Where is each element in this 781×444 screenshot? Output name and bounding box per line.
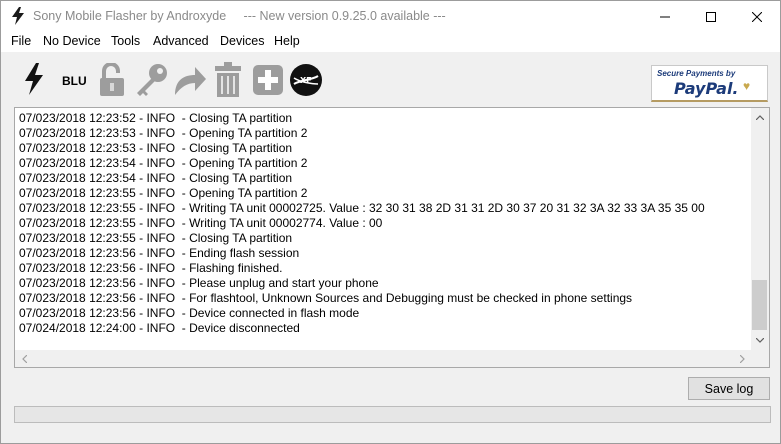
vertical-scroll-thumb[interactable]: [752, 280, 767, 330]
log-line: 07/024/2018 12:24:00 - INFO - Device dis…: [19, 321, 300, 335]
log-line: 07/023/2018 12:23:53 - INFO - Closing TA…: [19, 141, 293, 155]
redo-arrow-icon[interactable]: [171, 62, 207, 98]
log-line: 07/023/2018 12:23:55 - INFO - Writing TA…: [19, 216, 383, 230]
log-line: 07/023/2018 12:23:54 - INFO - Closing TA…: [19, 171, 293, 185]
progress-bar: [14, 406, 771, 423]
flash-icon[interactable]: [19, 62, 49, 96]
app-flash-icon: [11, 7, 25, 25]
log-line: 07/023/2018 12:23:52 - INFO - Closing TA…: [19, 111, 293, 125]
log-line: 07/023/2018 12:23:56 - INFO - Device con…: [19, 306, 360, 320]
unlock-icon[interactable]: [97, 62, 127, 98]
application-window: Sony Mobile Flasher by Androxyde --- New…: [0, 0, 781, 444]
paypal-logo: PayPal.: [674, 79, 739, 98]
log-line: 07/023/2018 12:23:56 - INFO - For flasht…: [19, 291, 633, 305]
title-bar[interactable]: Sony Mobile Flasher by Androxyde --- New…: [1, 1, 780, 32]
log-line: 07/023/2018 12:23:56 - INFO - Please unp…: [19, 276, 379, 290]
toolbar: BLU XF Secure Payments by PayPal. ♥: [1, 52, 780, 107]
menu-advanced[interactable]: Advanced: [153, 34, 209, 48]
save-log-button[interactable]: Save log: [688, 377, 770, 400]
paypal-donate-button[interactable]: Secure Payments by PayPal. ♥: [651, 65, 768, 102]
log-lines: 07/023/2018 12:23:52 - INFO - Closing TA…: [19, 111, 749, 336]
menu-devices[interactable]: Devices: [220, 34, 264, 48]
menu-no-device[interactable]: No Device: [43, 34, 101, 48]
scroll-down-icon[interactable]: [751, 331, 769, 349]
heart-icon: ♥: [743, 79, 751, 93]
log-line: 07/023/2018 12:23:55 - INFO - Writing TA…: [19, 201, 705, 215]
svg-text:XF: XF: [300, 76, 312, 85]
menu-tools[interactable]: Tools: [111, 34, 140, 48]
log-line: 07/023/2018 12:23:54 - INFO - Opening TA…: [19, 156, 308, 170]
log-line: 07/023/2018 12:23:55 - INFO - Opening TA…: [19, 186, 308, 200]
plus-icon[interactable]: [252, 62, 284, 98]
close-button[interactable]: [734, 1, 780, 32]
log-line: 07/023/2018 12:23:56 - INFO - Ending fla…: [19, 246, 300, 260]
blu-button[interactable]: BLU: [62, 74, 87, 88]
xperia-icon[interactable]: XF: [289, 62, 323, 98]
window-title: Sony Mobile Flasher by Androxyde --- New…: [33, 9, 446, 23]
log-panel[interactable]: 07/023/2018 12:23:52 - INFO - Closing TA…: [14, 107, 770, 368]
scroll-up-icon[interactable]: [751, 108, 769, 126]
key-icon[interactable]: [134, 62, 168, 98]
menu-help[interactable]: Help: [274, 34, 300, 48]
minimize-button[interactable]: [642, 1, 688, 32]
maximize-button[interactable]: [688, 1, 734, 32]
vertical-scrollbar[interactable]: [751, 108, 769, 350]
menu-file[interactable]: File: [11, 34, 31, 48]
log-line: 07/023/2018 12:23:53 - INFO - Opening TA…: [19, 126, 308, 140]
trash-icon[interactable]: [212, 62, 244, 98]
log-line: 07/023/2018 12:23:55 - INFO - Closing TA…: [19, 231, 293, 245]
horizontal-scrollbar[interactable]: [15, 350, 751, 367]
paypal-tagline: Secure Payments by: [657, 69, 736, 78]
scroll-left-icon[interactable]: [15, 350, 33, 367]
scrollbar-corner: [751, 350, 769, 367]
menu-bar: File No Device Tools Advanced Devices He…: [1, 32, 780, 52]
log-line: 07/023/2018 12:23:56 - INFO - Flashing f…: [19, 261, 283, 275]
scroll-right-icon[interactable]: [733, 350, 751, 367]
